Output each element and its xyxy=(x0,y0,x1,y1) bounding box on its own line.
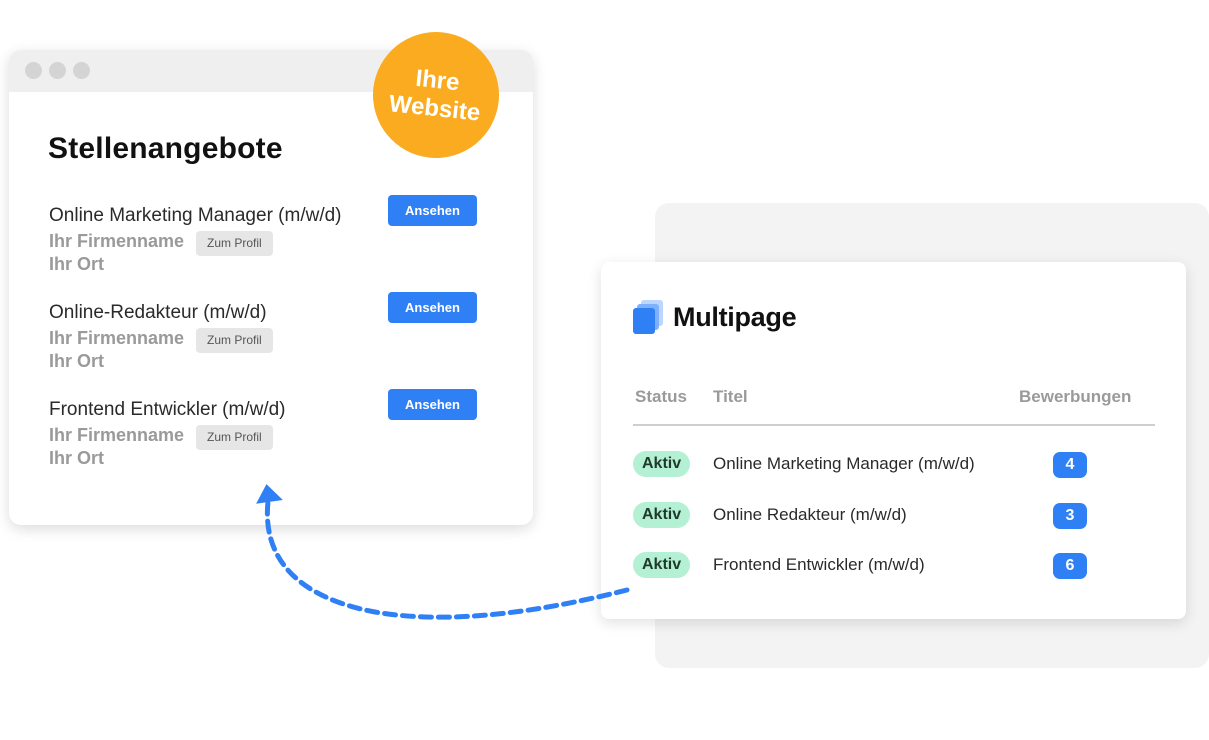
profile-link[interactable]: Zum Profil xyxy=(196,231,273,256)
status-badge: Aktiv xyxy=(633,552,691,578)
column-header-status: Status xyxy=(635,387,687,406)
applications-count: 6 xyxy=(1053,553,1087,579)
job-company: Ihr Firmenname xyxy=(49,328,185,348)
job-title: Online-Redakteur (m/w/d) xyxy=(49,302,267,323)
stacked-pages-icon xyxy=(633,300,665,334)
row-title: Online Marketing Manager (m/w/d) xyxy=(713,454,975,473)
window-dot-icon xyxy=(25,62,42,79)
table-header-divider xyxy=(633,424,1155,426)
window-dot-icon xyxy=(49,62,66,79)
page-title: Stellenangebote xyxy=(48,132,283,165)
table-row[interactable]: Aktiv Frontend Entwickler (m/w/d) 6 xyxy=(633,552,1155,580)
job-location: Ihr Ort xyxy=(49,254,105,274)
row-title: Online Redakteur (m/w/d) xyxy=(713,505,907,524)
job-title: Frontend Entwickler (m/w/d) xyxy=(49,399,286,420)
applications-count: 3 xyxy=(1053,503,1087,529)
window-dot-icon xyxy=(73,62,90,79)
badge-line-2: Website xyxy=(387,90,482,127)
column-header-title: Titel xyxy=(713,387,748,406)
multipage-logo: Multipage xyxy=(633,300,797,334)
dashboard-card: Multipage Status Titel Bewerbungen Aktiv… xyxy=(601,262,1186,619)
applications-count: 4 xyxy=(1053,452,1087,478)
view-job-button[interactable]: Ansehen xyxy=(388,292,477,323)
job-location: Ihr Ort xyxy=(49,448,105,468)
job-company: Ihr Firmenname xyxy=(49,231,185,251)
view-job-button[interactable]: Ansehen xyxy=(388,389,477,420)
view-job-button[interactable]: Ansehen xyxy=(388,195,477,226)
job-company: Ihr Firmenname xyxy=(49,425,185,445)
column-header-applications: Bewerbungen xyxy=(1019,387,1132,406)
badge-line-1: Ihre xyxy=(414,64,461,97)
status-badge: Aktiv xyxy=(633,502,691,528)
job-title: Online Marketing Manager (m/w/d) xyxy=(49,205,342,226)
row-title: Frontend Entwickler (m/w/d) xyxy=(713,555,925,574)
profile-link[interactable]: Zum Profil xyxy=(196,328,273,353)
logo-text: Multipage xyxy=(673,301,797,332)
table-row[interactable]: Aktiv Online Marketing Manager (m/w/d) 4 xyxy=(633,451,1155,479)
job-location: Ihr Ort xyxy=(49,351,105,371)
status-badge: Aktiv xyxy=(633,451,691,477)
table-row[interactable]: Aktiv Online Redakteur (m/w/d) 3 xyxy=(633,502,1155,530)
profile-link[interactable]: Zum Profil xyxy=(196,425,273,450)
